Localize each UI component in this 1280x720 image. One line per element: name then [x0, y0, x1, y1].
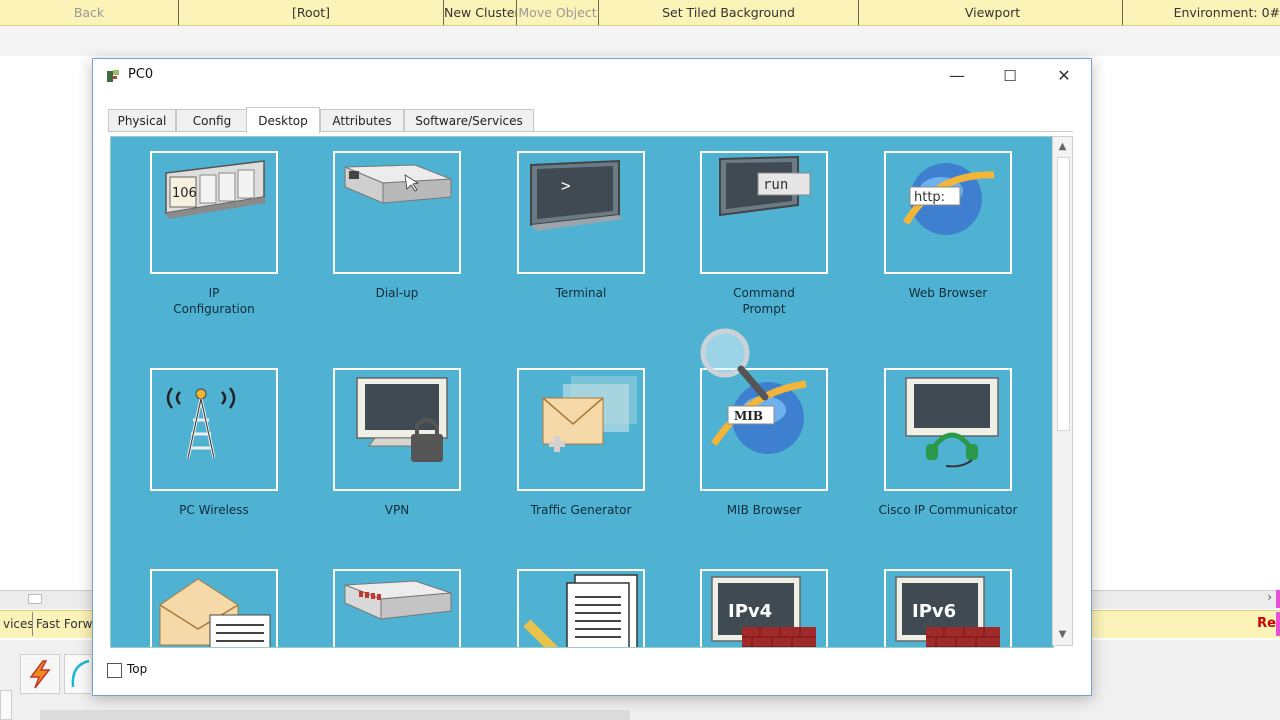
svg-text:106: 106 — [172, 186, 197, 201]
top-checkbox[interactable] — [107, 663, 122, 678]
top-label: Top — [127, 662, 148, 676]
app-label: IP Configuration — [173, 286, 255, 316]
app-label: PC Wireless — [179, 503, 249, 517]
devices-button[interactable]: vices — [0, 612, 33, 636]
app-label: Web Browser — [908, 286, 988, 300]
scroll-down-icon[interactable]: ▼ — [1053, 627, 1072, 643]
ipv6-firewall-icon: IPv6 — [895, 576, 1000, 647]
ip-config-icon: 106 — [165, 160, 266, 219]
tab-physical[interactable]: Physical — [108, 109, 176, 132]
app-command-prompt[interactable]: run — [700, 151, 828, 274]
lightning-icon — [23, 657, 57, 691]
workspace-toolbar: Back [Root] New Cluster Move Object Set … — [0, 0, 1280, 26]
back-button[interactable]: Back — [0, 0, 179, 25]
app-label: VPN — [384, 503, 410, 517]
svg-text:http:: http: — [914, 190, 945, 205]
text-editor-icon — [523, 574, 638, 647]
svg-text:IPv4: IPv4 — [728, 601, 772, 622]
magnifier-icon — [700, 328, 769, 401]
packet-tracer-icon — [107, 70, 119, 82]
router-device-icon — [344, 580, 452, 620]
accent-edge — [1276, 590, 1280, 608]
new-cluster-button[interactable]: New Cluster — [444, 0, 517, 25]
tab-software-services[interactable]: Software/Services — [404, 109, 534, 132]
app-label: MIB Browser — [726, 503, 802, 517]
app-router-device[interactable] — [333, 569, 461, 647]
window-title: PC0 — [128, 67, 154, 82]
app-label: Command Prompt — [733, 286, 795, 316]
scroll-up-icon[interactable]: ▲ — [1053, 139, 1072, 155]
app-text-editor[interactable] — [517, 569, 645, 647]
app-email[interactable] — [150, 569, 278, 647]
desktop-panel: 106 > run http: IP Configuration Dial-up… — [110, 136, 1054, 648]
app-label: Traffic Generator — [530, 503, 632, 517]
app-web-browser[interactable]: http: — [884, 151, 1012, 274]
traffic-generator-icon — [542, 376, 637, 452]
ipv4-firewall-icon: IPv4 — [711, 576, 816, 647]
wireless-tower-icon — [166, 387, 236, 459]
connections-category[interactable] — [20, 654, 60, 694]
viewport-button[interactable]: Viewport — [863, 0, 1123, 25]
move-object-button[interactable]: Move Object — [517, 0, 599, 25]
minimize-button[interactable]: — — [934, 59, 980, 93]
app-ip-configuration[interactable]: 106 — [150, 151, 278, 274]
vpn-lock-icon — [356, 377, 448, 462]
set-tiled-background-button[interactable]: Set Tiled Background — [599, 0, 859, 25]
app-label: Cisco IP Communicator — [878, 503, 1018, 517]
close-button[interactable]: ✕ — [1041, 59, 1087, 93]
app-label: Dial-up — [375, 286, 419, 300]
desktop-scrollbar[interactable]: ▲ ▼ — [1052, 136, 1073, 646]
app-dial-up[interactable] — [333, 151, 461, 274]
svg-text:>: > — [561, 176, 571, 195]
app-ipv4-firewall[interactable]: IPv4 — [700, 569, 828, 647]
app-vpn[interactable] — [333, 368, 461, 491]
app-ipv6-firewall[interactable]: IPv6 — [884, 569, 1012, 647]
pc0-window: PC0 — ☐ ✕ Physical Config Desktop Attrib… — [92, 58, 1092, 696]
ip-communicator-icon — [905, 377, 999, 468]
accent-edge — [1276, 612, 1280, 636]
scroll-thumb[interactable] — [1057, 157, 1070, 431]
command-prompt-icon: run — [719, 155, 811, 217]
workspace-area — [0, 26, 1280, 56]
web-browser-icon: http: — [902, 163, 995, 235]
workspace-scroll-thumb[interactable] — [28, 594, 42, 604]
maximize-button[interactable]: ☐ — [987, 59, 1033, 93]
svg-text:run: run — [763, 177, 788, 193]
window-titlebar[interactable]: PC0 — ☐ ✕ — [93, 59, 1091, 93]
modem-icon — [344, 164, 452, 204]
app-traffic-generator[interactable] — [517, 368, 645, 491]
app-terminal[interactable]: > — [517, 151, 645, 274]
email-icon — [159, 578, 271, 647]
tab-attributes[interactable]: Attributes — [320, 109, 404, 132]
root-button[interactable]: [Root] — [179, 0, 444, 25]
tab-desktop[interactable]: Desktop — [246, 107, 320, 133]
cable-icon — [71, 659, 90, 688]
app-cisco-ip-communicator[interactable] — [884, 368, 1012, 491]
terminal-icon: > — [530, 159, 623, 231]
svg-text:MIB: MIB — [734, 409, 763, 423]
environment-button[interactable]: Environment: 0# — [1124, 0, 1280, 25]
svg-text:IPv6: IPv6 — [912, 601, 956, 622]
cable-category[interactable] — [64, 654, 91, 694]
fast-forward-button[interactable]: Fast Forw — [33, 612, 98, 636]
dock-edge — [0, 690, 12, 720]
tab-config[interactable]: Config — [176, 109, 248, 132]
scroll-right-icon[interactable]: › — [1267, 590, 1272, 604]
app-pc-wireless[interactable] — [150, 368, 278, 491]
app-label: Terminal — [555, 286, 607, 300]
dock-scrollbar[interactable] — [40, 710, 630, 720]
